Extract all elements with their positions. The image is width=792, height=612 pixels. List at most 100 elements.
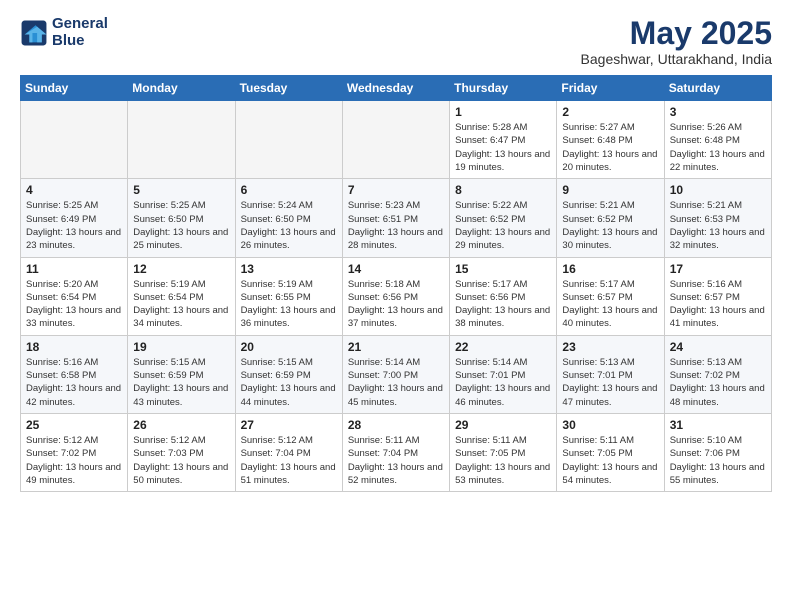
week-row-1: 1 Sunrise: 5:28 AMSunset: 6:47 PMDaylight… — [21, 101, 772, 179]
day-cell: 31 Sunrise: 5:10 AMSunset: 7:06 PMDayligh… — [664, 413, 771, 491]
week-row-2: 4Sunrise: 5:25 AMSunset: 6:49 PMDaylight… — [21, 179, 772, 257]
weekday-header-thursday: Thursday — [450, 76, 557, 101]
day-number: 30 — [562, 418, 658, 432]
day-number: 9 — [562, 183, 658, 197]
day-number: 18 — [26, 340, 122, 354]
day-cell: 1 Sunrise: 5:28 AMSunset: 6:47 PMDaylight… — [450, 101, 557, 179]
day-number: 3 — [670, 105, 766, 119]
day-cell: 15Sunrise: 5:17 AMSunset: 6:56 PMDayligh… — [450, 257, 557, 335]
day-number: 8 — [455, 183, 551, 197]
day-cell: 10 Sunrise: 5:21 AMSunset: 6:53 PMDayligh… — [664, 179, 771, 257]
day-number: 2 — [562, 105, 658, 119]
day-detail: Sunrise: 5:23 AMSunset: 6:51 PMDaylight:… — [348, 199, 444, 252]
day-detail: Sunrise: 5:12 AMSunset: 7:02 PMDaylight:… — [26, 434, 122, 487]
day-cell: 3 Sunrise: 5:26 AMSunset: 6:48 PMDaylight… — [664, 101, 771, 179]
day-detail: Sunrise: 5:22 AMSunset: 6:52 PMDaylight:… — [455, 199, 551, 252]
day-detail: Sunrise: 5:15 AMSunset: 6:59 PMDaylight:… — [133, 356, 229, 409]
day-cell: 14 Sunrise: 5:18 AMSunset: 6:56 PMDayligh… — [342, 257, 449, 335]
day-number: 14 — [348, 262, 444, 276]
day-cell: 9 Sunrise: 5:21 AMSunset: 6:52 PMDaylight… — [557, 179, 664, 257]
day-cell: 4Sunrise: 5:25 AMSunset: 6:49 PMDaylight… — [21, 179, 128, 257]
day-number: 23 — [562, 340, 658, 354]
week-row-3: 11 Sunrise: 5:20 AMSunset: 6:54 PMDayligh… — [21, 257, 772, 335]
day-detail: Sunrise: 5:25 AMSunset: 6:50 PMDaylight:… — [133, 199, 229, 252]
day-detail: Sunrise: 5:10 AMSunset: 7:06 PMDaylight:… — [670, 434, 766, 487]
day-detail: Sunrise: 5:14 AMSunset: 7:00 PMDaylight:… — [348, 356, 444, 409]
day-cell — [21, 101, 128, 179]
day-cell: 2 Sunrise: 5:27 AMSunset: 6:48 PMDaylight… — [557, 101, 664, 179]
day-detail: Sunrise: 5:21 AMSunset: 6:53 PMDaylight:… — [670, 199, 766, 252]
day-cell: 13 Sunrise: 5:19 AMSunset: 6:55 PMDayligh… — [235, 257, 342, 335]
day-cell: 22 Sunrise: 5:14 AMSunset: 7:01 PMDayligh… — [450, 335, 557, 413]
day-cell — [235, 101, 342, 179]
day-cell — [128, 101, 235, 179]
day-number: 19 — [133, 340, 229, 354]
month-title: May 2025 — [581, 16, 772, 51]
header: General Blue May 2025 Bageshwar, Uttarak… — [20, 16, 772, 67]
weekday-header-row: SundayMondayTuesdayWednesdayThursdayFrid… — [21, 76, 772, 101]
day-number: 12 — [133, 262, 229, 276]
logo: General Blue — [20, 16, 108, 49]
day-number: 21 — [348, 340, 444, 354]
day-cell: 23Sunrise: 5:13 AMSunset: 7:01 PMDayligh… — [557, 335, 664, 413]
day-number: 10 — [670, 183, 766, 197]
day-detail: Sunrise: 5:11 AMSunset: 7:05 PMDaylight:… — [455, 434, 551, 487]
day-number: 7 — [348, 183, 444, 197]
day-cell: 20Sunrise: 5:15 AMSunset: 6:59 PMDayligh… — [235, 335, 342, 413]
day-cell: 26Sunrise: 5:12 AMSunset: 7:03 PMDayligh… — [128, 413, 235, 491]
day-cell: 16 Sunrise: 5:17 AMSunset: 6:57 PMDayligh… — [557, 257, 664, 335]
weekday-header-saturday: Saturday — [664, 76, 771, 101]
day-number: 20 — [241, 340, 337, 354]
day-detail: Sunrise: 5:28 AMSunset: 6:47 PMDaylight:… — [455, 121, 551, 174]
day-number: 25 — [26, 418, 122, 432]
day-detail: Sunrise: 5:26 AMSunset: 6:48 PMDaylight:… — [670, 121, 766, 174]
logo-line2: Blue — [52, 33, 108, 50]
weekday-header-tuesday: Tuesday — [235, 76, 342, 101]
day-number: 4 — [26, 183, 122, 197]
day-number: 11 — [26, 262, 122, 276]
day-cell: 8 Sunrise: 5:22 AMSunset: 6:52 PMDaylight… — [450, 179, 557, 257]
day-detail: Sunrise: 5:19 AMSunset: 6:54 PMDaylight:… — [133, 278, 229, 331]
day-detail: Sunrise: 5:17 AMSunset: 6:56 PMDaylight:… — [455, 278, 551, 331]
weekday-header-sunday: Sunday — [21, 76, 128, 101]
day-cell: 28Sunrise: 5:11 AMSunset: 7:04 PMDayligh… — [342, 413, 449, 491]
logo-line1: General — [52, 16, 108, 33]
title-block: May 2025 Bageshwar, Uttarakhand, India — [581, 16, 772, 67]
day-detail: Sunrise: 5:12 AMSunset: 7:03 PMDaylight:… — [133, 434, 229, 487]
day-number: 5 — [133, 183, 229, 197]
day-number: 6 — [241, 183, 337, 197]
day-number: 24 — [670, 340, 766, 354]
day-detail: Sunrise: 5:21 AMSunset: 6:52 PMDaylight:… — [562, 199, 658, 252]
day-number: 27 — [241, 418, 337, 432]
day-cell: 27 Sunrise: 5:12 AMSunset: 7:04 PMDayligh… — [235, 413, 342, 491]
day-cell: 21 Sunrise: 5:14 AMSunset: 7:00 PMDayligh… — [342, 335, 449, 413]
day-detail: Sunrise: 5:20 AMSunset: 6:54 PMDaylight:… — [26, 278, 122, 331]
day-cell: 30 Sunrise: 5:11 AMSunset: 7:05 PMDayligh… — [557, 413, 664, 491]
day-number: 13 — [241, 262, 337, 276]
day-cell: 18Sunrise: 5:16 AMSunset: 6:58 PMDayligh… — [21, 335, 128, 413]
day-detail: Sunrise: 5:18 AMSunset: 6:56 PMDaylight:… — [348, 278, 444, 331]
logo-icon — [20, 19, 48, 47]
day-detail: Sunrise: 5:12 AMSunset: 7:04 PMDaylight:… — [241, 434, 337, 487]
day-detail: Sunrise: 5:24 AMSunset: 6:50 PMDaylight:… — [241, 199, 337, 252]
day-cell: 6 Sunrise: 5:24 AMSunset: 6:50 PMDaylight… — [235, 179, 342, 257]
day-cell: 12 Sunrise: 5:19 AMSunset: 6:54 PMDayligh… — [128, 257, 235, 335]
day-detail: Sunrise: 5:14 AMSunset: 7:01 PMDaylight:… — [455, 356, 551, 409]
day-detail: Sunrise: 5:11 AMSunset: 7:04 PMDaylight:… — [348, 434, 444, 487]
day-number: 31 — [670, 418, 766, 432]
day-cell — [342, 101, 449, 179]
weekday-header-monday: Monday — [128, 76, 235, 101]
day-detail: Sunrise: 5:11 AMSunset: 7:05 PMDaylight:… — [562, 434, 658, 487]
day-number: 22 — [455, 340, 551, 354]
day-cell: 29 Sunrise: 5:11 AMSunset: 7:05 PMDayligh… — [450, 413, 557, 491]
day-detail: Sunrise: 5:19 AMSunset: 6:55 PMDaylight:… — [241, 278, 337, 331]
day-number: 1 — [455, 105, 551, 119]
calendar-table: SundayMondayTuesdayWednesdayThursdayFrid… — [20, 75, 772, 492]
weekday-header-friday: Friday — [557, 76, 664, 101]
day-detail: Sunrise: 5:27 AMSunset: 6:48 PMDaylight:… — [562, 121, 658, 174]
day-detail: Sunrise: 5:17 AMSunset: 6:57 PMDaylight:… — [562, 278, 658, 331]
day-number: 16 — [562, 262, 658, 276]
page: General Blue May 2025 Bageshwar, Uttarak… — [0, 0, 792, 612]
day-number: 29 — [455, 418, 551, 432]
day-cell: 17Sunrise: 5:16 AMSunset: 6:57 PMDayligh… — [664, 257, 771, 335]
